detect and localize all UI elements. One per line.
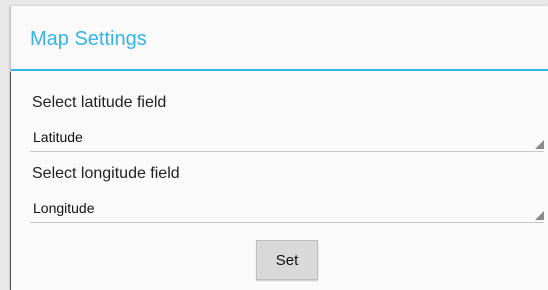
- dropdown-corner-icon: [535, 211, 544, 220]
- map-settings-dialog: Map Settings Select latitude field Latit…: [11, 6, 548, 290]
- longitude-selected-value: Longitude: [33, 200, 95, 216]
- latitude-selected-value: Latitude: [33, 129, 83, 145]
- latitude-field-label: Select latitude field: [32, 94, 167, 111]
- dropdown-corner-icon: [535, 140, 544, 149]
- set-button[interactable]: Set: [256, 240, 318, 280]
- dialog-title: Map Settings: [30, 28, 147, 50]
- longitude-field-label: Select longitude field: [32, 165, 180, 182]
- title-divider: [11, 69, 548, 71]
- longitude-field-select[interactable]: Longitude: [30, 194, 544, 223]
- latitude-field-select[interactable]: Latitude: [30, 123, 544, 152]
